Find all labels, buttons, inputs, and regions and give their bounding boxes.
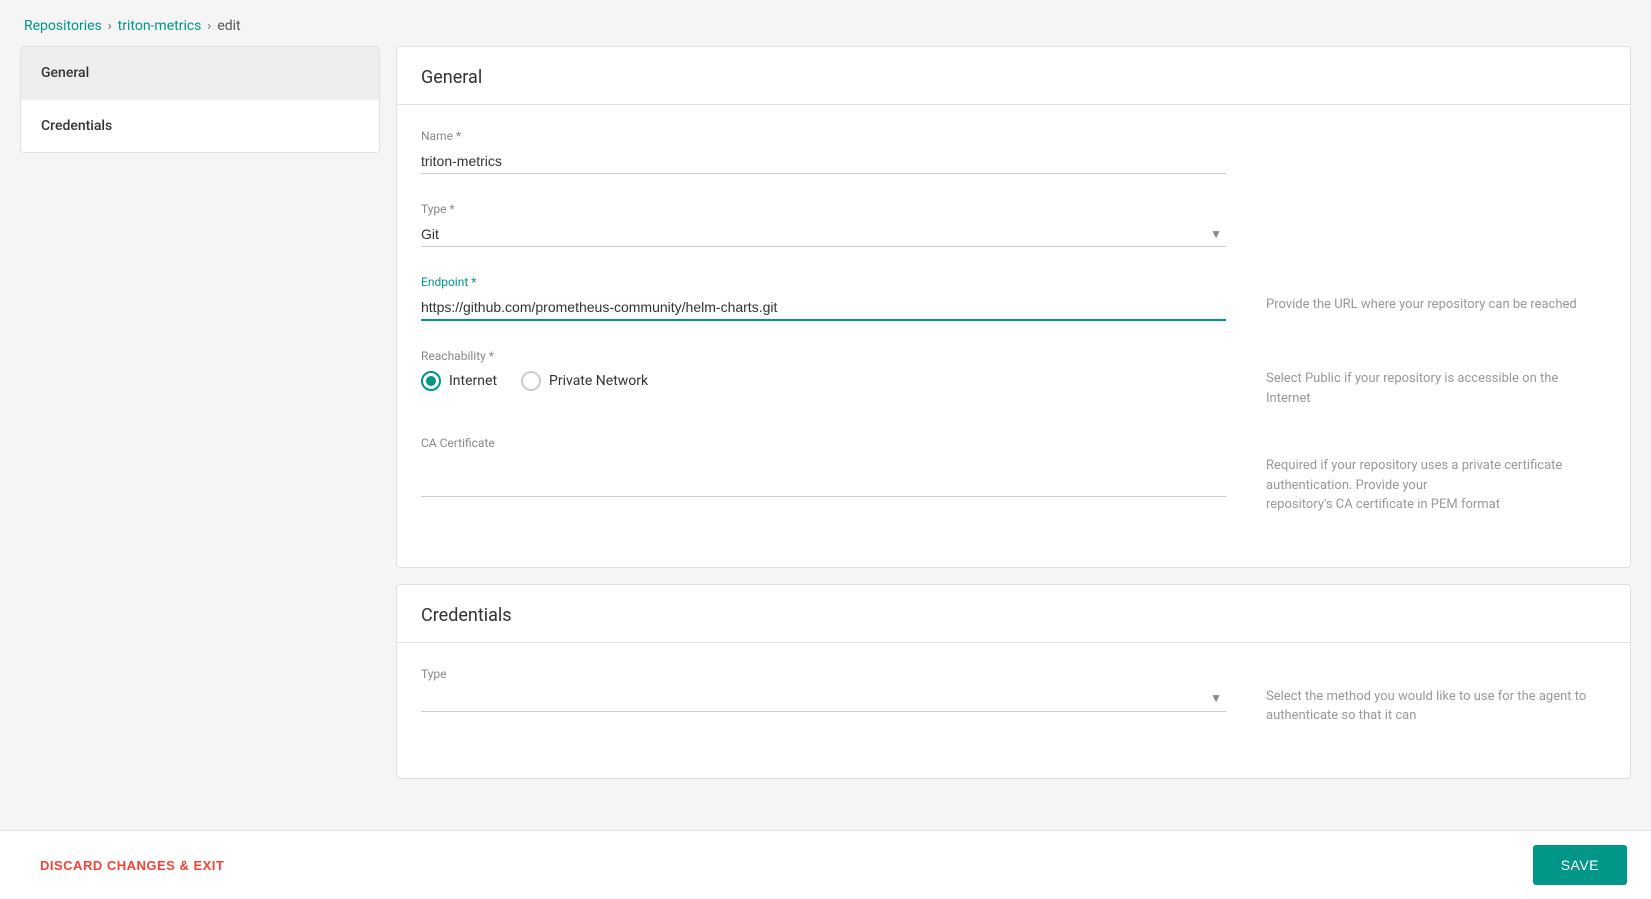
reachability-private-text: Private Network [549,373,648,389]
reachability-field: Reachability Internet Private Network [421,349,1226,391]
save-button[interactable]: SAVE [1533,845,1627,885]
ca-certificate-hint: Required if your repository uses a priva… [1266,436,1606,515]
name-input[interactable] [421,147,1226,174]
ca-certificate-input[interactable] [421,454,1226,497]
breadcrumb-repositories[interactable]: Repositories [24,18,102,34]
name-row: Name [421,129,1606,174]
credentials-card-title: Credentials [397,585,1630,642]
discard-button[interactable]: DISCARD CHANGES & EXIT [24,848,240,883]
type-row: Type Git Helm OCI ▼ [421,202,1606,247]
reachability-label: Reachability [421,349,1226,363]
name-field: Name [421,129,1226,174]
endpoint-input[interactable] [421,293,1226,321]
reachability-private-label[interactable]: Private Network [521,371,648,391]
credentials-type-field: Type ▼ [421,667,1226,712]
endpoint-hint: Provide the URL where your repository ca… [1266,275,1606,315]
ca-certificate-label: CA Certificate [421,436,1226,450]
credentials-type-label: Type [421,667,1226,681]
ca-hint-line1: Required if your repository uses a priva… [1266,458,1562,493]
sidebar-item-general[interactable]: General [21,47,379,100]
reachability-private-radio[interactable] [521,371,541,391]
reachability-hint: Select Public if your repository is acce… [1266,349,1606,408]
type-label: Type [421,202,1226,216]
bottom-bar: DISCARD CHANGES & EXIT SAVE [0,830,1651,899]
credentials-type-row: Type ▼ Select the method you would like … [421,667,1606,726]
endpoint-row: Endpoint Provide the URL where your repo… [421,275,1606,321]
reachability-internet-radio[interactable] [421,371,441,391]
endpoint-label: Endpoint [421,275,1226,289]
sidebar-item-credentials[interactable]: Credentials [21,100,379,152]
ca-hint-line2: repository's CA certificate in PEM forma… [1266,497,1500,512]
breadcrumb: Repositories › triton-metrics › edit [0,0,1651,46]
credentials-type-select[interactable] [421,685,1226,712]
reachability-internet-label[interactable]: Internet [421,371,497,391]
breadcrumb-sep-1: › [108,19,112,34]
reachability-internet-text: Internet [449,373,497,389]
general-card-title: General [397,47,1630,104]
general-card: General Name Type [396,46,1631,568]
ca-certificate-row: CA Certificate Required if your reposito… [421,436,1606,515]
name-hint [1266,129,1606,149]
sidebar: General Credentials [20,46,380,153]
credentials-type-hint: Select the method you would like to use … [1266,667,1606,726]
content-area: General Name Type [396,46,1631,795]
ca-certificate-field: CA Certificate [421,436,1226,501]
credentials-card: Credentials Type ▼ [396,584,1631,779]
type-field: Type Git Helm OCI ▼ [421,202,1226,247]
name-label: Name [421,129,1226,143]
endpoint-field: Endpoint [421,275,1226,321]
reachability-radio-group: Internet Private Network [421,367,1226,391]
type-hint [1266,202,1606,222]
breadcrumb-triton-metrics[interactable]: triton-metrics [118,18,202,34]
breadcrumb-edit: edit [217,18,240,34]
breadcrumb-sep-2: › [207,19,211,34]
type-select[interactable]: Git Helm OCI [421,220,1226,247]
reachability-row: Reachability Internet Private Network [421,349,1606,408]
